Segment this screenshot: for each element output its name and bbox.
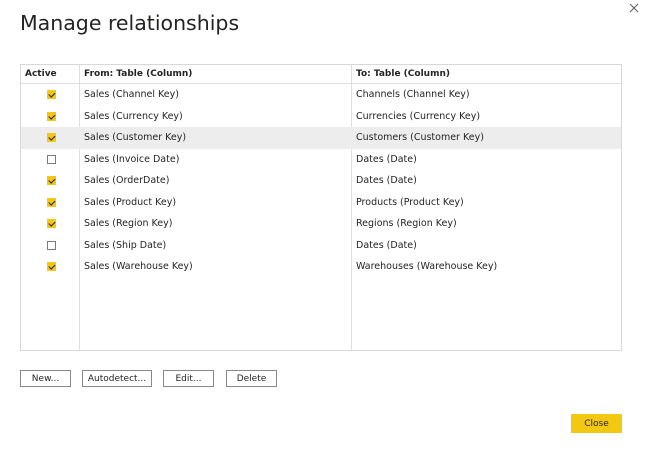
edit-button[interactable]: Edit... [163, 370, 214, 387]
from-cell: Sales (Invoice Date) [84, 153, 180, 165]
from-cell: Sales (OrderDate) [84, 175, 170, 187]
active-checkbox[interactable] [46, 133, 56, 143]
relationships-table: Active From: Table (Column) To: Table (C… [20, 64, 622, 351]
table-header: Active From: Table (Column) To: Table (C… [21, 65, 621, 84]
to-cell: Regions (Region Key) [356, 218, 457, 230]
from-cell: Sales (Ship Date) [84, 239, 167, 251]
header-active[interactable]: Active [25, 65, 77, 83]
to-cell: Dates (Date) [356, 153, 417, 165]
from-cell: Sales (Channel Key) [84, 89, 179, 101]
to-cell: Warehouses (Warehouse Key) [356, 261, 498, 273]
active-cell [44, 170, 58, 192]
active-cell [44, 106, 58, 128]
to-cell: Currencies (Currency Key) [356, 110, 481, 122]
dialog-title: Manage relationships [20, 11, 240, 35]
active-cell [44, 127, 58, 149]
active-cell [44, 192, 58, 214]
active-cell [44, 213, 58, 235]
header-to[interactable]: To: Table (Column) [356, 65, 618, 83]
table-row[interactable]: Sales (OrderDate) Dates (Date) [21, 170, 621, 192]
active-checkbox[interactable] [46, 154, 56, 164]
close-icon[interactable] [626, 0, 642, 16]
delete-button[interactable]: Delete [226, 370, 277, 387]
from-cell: Sales (Customer Key) [84, 132, 187, 144]
active-cell [44, 84, 58, 106]
to-cell: Customers (Customer Key) [356, 132, 484, 144]
active-checkbox[interactable] [46, 197, 56, 207]
to-cell: Channels (Channel Key) [356, 89, 470, 101]
table-row[interactable]: Sales (Product Key) Products (Product Key… [21, 192, 621, 214]
table-row[interactable]: Sales (Customer Key) Customers (Customer … [21, 127, 621, 149]
from-cell: Sales (Region Key) [84, 218, 173, 230]
from-cell: Sales (Currency Key) [84, 110, 183, 122]
active-checkbox[interactable] [46, 219, 56, 229]
from-cell: Sales (Warehouse Key) [84, 261, 193, 273]
active-checkbox[interactable] [46, 176, 56, 186]
active-cell [44, 256, 58, 278]
to-cell: Products (Product Key) [356, 196, 464, 208]
active-checkbox[interactable] [46, 262, 56, 272]
table-row[interactable]: Sales (Region Key) Regions (Region Key) [21, 213, 621, 235]
table-row[interactable]: Sales (Warehouse Key) Warehouses (Warehou… [21, 256, 621, 278]
new-button[interactable]: New... [20, 370, 71, 387]
table-row[interactable]: Sales (Ship Date) Dates (Date) [21, 235, 621, 257]
header-from[interactable]: From: Table (Column) [84, 65, 346, 83]
active-checkbox[interactable] [46, 240, 56, 250]
close-button[interactable]: Close [571, 414, 622, 433]
table-row[interactable]: Sales (Channel Key) Channels (Channel Key… [21, 84, 621, 106]
active-cell [44, 149, 58, 171]
table-row[interactable]: Sales (Currency Key) Currencies (Currency… [21, 106, 621, 128]
from-cell: Sales (Product Key) [84, 196, 177, 208]
manage-relationships-dialog: Manage relationships Active From: Table … [0, 0, 647, 451]
to-cell: Dates (Date) [356, 175, 417, 187]
active-checkbox[interactable] [46, 90, 56, 100]
to-cell: Dates (Date) [356, 239, 417, 251]
table-row[interactable]: Sales (Invoice Date) Dates (Date) [21, 149, 621, 171]
active-cell [44, 235, 58, 257]
autodetect-button[interactable]: Autodetect... [82, 370, 152, 387]
active-checkbox[interactable] [46, 111, 56, 121]
